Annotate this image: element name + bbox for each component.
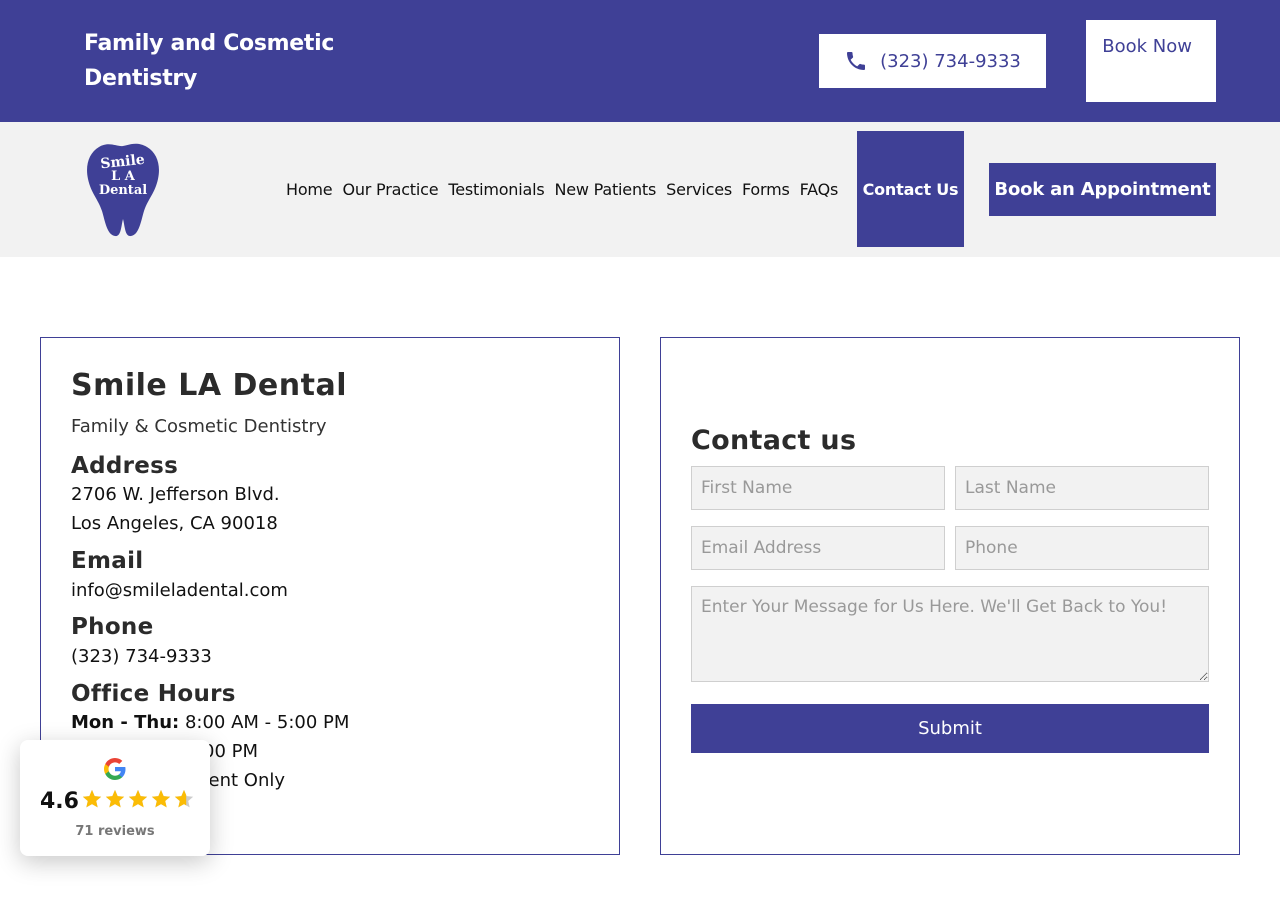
review-rating: 4.6: [40, 789, 79, 814]
email-input[interactable]: [691, 526, 945, 570]
nav-contact-us[interactable]: Contact Us: [857, 131, 964, 247]
contact-form-title: Contact us: [691, 425, 857, 456]
call-button[interactable]: (323) 734-9333: [819, 34, 1046, 88]
email-link[interactable]: info@smileladental.com: [71, 576, 288, 605]
last-name-input[interactable]: [955, 466, 1209, 510]
nav-forms[interactable]: Forms: [742, 180, 790, 199]
address-heading: Address: [71, 453, 179, 479]
star-icon: [174, 789, 194, 808]
header-tagline: Family and Cosmetic Dentistry: [84, 31, 335, 91]
logo-line-3: Dental: [99, 183, 147, 198]
logo-line-2: L A: [111, 169, 136, 184]
star-rating: [81, 788, 195, 810]
review-count: 71 reviews: [75, 824, 155, 839]
email-heading: Email: [71, 548, 144, 574]
hours-time: 8:00 AM - 5:00 PM: [184, 712, 350, 733]
phone-icon: [847, 52, 866, 70]
star-icon: [128, 789, 148, 808]
hours-row-2: 00 PM: [203, 741, 259, 762]
address-line-1: 2706 W. Jefferson Blvd.: [71, 484, 280, 505]
practice-subtitle: Family & Cosmetic Dentistry: [71, 416, 327, 437]
address-line-2: Los Angeles, CA 90018: [71, 513, 278, 534]
message-textarea[interactable]: [691, 586, 1209, 682]
nav-new-patients[interactable]: New Patients: [554, 180, 656, 199]
smile-la-dental-logo[interactable]: Smile L A Dental: [85, 141, 161, 238]
google-icon: [104, 758, 126, 780]
contact-form-card: Contact us Submit: [660, 337, 1240, 855]
nav-faqs[interactable]: FAQs: [800, 180, 839, 199]
top-bar: Family and Cosmetic Dentistry (323) 734-…: [0, 0, 1280, 122]
phone-link[interactable]: (323) 734-9333: [71, 642, 212, 671]
nav-bar: Smile L A Dental Home Our Practice Testi…: [0, 122, 1280, 257]
book-now-button[interactable]: Book Now: [1086, 20, 1216, 102]
hours-days: Mon - Thu:: [71, 712, 180, 733]
first-name-input[interactable]: [691, 466, 945, 510]
office-hours-heading: Office Hours: [71, 681, 236, 707]
phone-heading: Phone: [71, 614, 154, 640]
submit-button[interactable]: Submit: [691, 704, 1209, 753]
star-icon: [82, 789, 102, 808]
practice-name: Smile LA Dental: [71, 368, 347, 403]
book-appointment-button[interactable]: Book an Appointment: [989, 163, 1216, 216]
nav-our-practice[interactable]: Our Practice: [342, 180, 438, 199]
star-icon: [105, 789, 125, 808]
star-icon: [151, 789, 171, 808]
nav-home[interactable]: Home: [286, 180, 333, 199]
nav-testimonials[interactable]: Testimonials: [448, 180, 544, 199]
phone-input[interactable]: [955, 526, 1209, 570]
call-button-label: (323) 734-9333: [880, 50, 1021, 72]
hours-row-1: Mon - Thu: 8:00 AM - 5:00 PM: [71, 708, 349, 737]
nav-services[interactable]: Services: [666, 180, 732, 199]
main-nav: Home Our Practice Testimonials New Patie…: [286, 122, 964, 257]
google-review-badge[interactable]: 4.6 71 reviews: [20, 740, 210, 856]
